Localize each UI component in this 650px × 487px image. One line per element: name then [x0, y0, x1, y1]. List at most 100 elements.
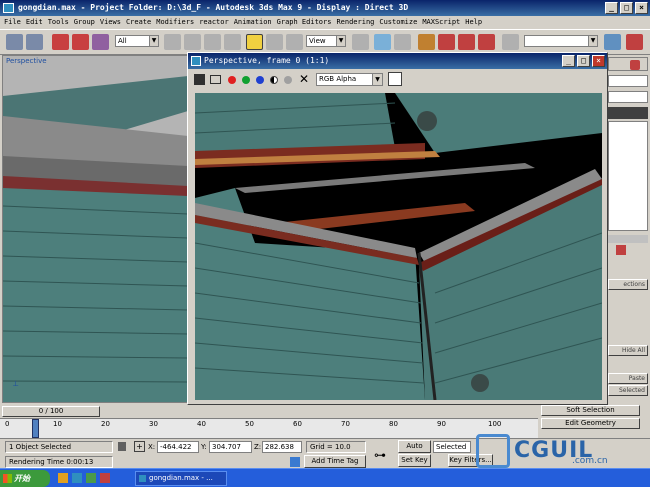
menu-reactor[interactable]: reactor [199, 16, 229, 29]
modifier-stack[interactable] [608, 121, 648, 231]
soft-selection-rollout[interactable]: Soft Selection [541, 405, 640, 416]
named-selection-dropdown[interactable]: ▼ [524, 35, 598, 47]
sections-label: ections [608, 279, 648, 290]
monochrome-icon[interactable] [284, 76, 292, 84]
close-button[interactable]: × [635, 2, 648, 14]
menu-edit[interactable]: Edit [26, 16, 43, 29]
select-by-name-icon[interactable] [184, 34, 201, 50]
bind-space-warp-icon[interactable] [92, 34, 109, 50]
menu-graph-editors[interactable]: Graph Editors [277, 16, 332, 29]
unlink-icon[interactable] [72, 34, 89, 50]
chevron-down-icon: ▼ [149, 36, 158, 46]
save-bitmap-icon[interactable] [194, 74, 205, 85]
quicklaunch-icon[interactable] [86, 473, 96, 483]
selection-filter-dropdown[interactable]: All ▼ [115, 35, 159, 47]
frame-maximize-button[interactable]: □ [577, 55, 590, 67]
window-crossing-icon[interactable] [224, 34, 241, 50]
region-select-icon[interactable] [204, 34, 221, 50]
clone-window-icon[interactable] [210, 75, 221, 84]
undo-icon[interactable] [6, 34, 23, 50]
window-title: gongdian.max - Project Folder: D:\3d_F -… [18, 3, 409, 12]
grid-size: Grid = 10.0 [306, 441, 366, 453]
spinner-snap-icon[interactable] [478, 34, 495, 50]
absolute-mode-icon[interactable]: + [134, 441, 145, 452]
menu-create[interactable]: Create [126, 16, 151, 29]
angle-snap-icon[interactable] [438, 34, 455, 50]
z-coordinate-field[interactable]: 282.638 [262, 441, 302, 453]
named-selection-icon[interactable] [502, 34, 519, 50]
menu-tools[interactable]: Tools [48, 16, 69, 29]
clear-icon[interactable]: ✕ [299, 72, 309, 86]
taskbar-item-3dsmax[interactable]: gongdian.max - ... [135, 471, 227, 486]
menu-help[interactable]: Help [465, 16, 482, 29]
scale-icon[interactable] [286, 34, 303, 50]
menu-views[interactable]: Views [100, 16, 121, 29]
channel-dropdown[interactable]: RGB Alpha ▼ [316, 73, 383, 86]
menu-modifiers[interactable]: Modifiers [156, 16, 194, 29]
viewport-label[interactable]: Perspective [6, 57, 47, 65]
start-button[interactable]: 开始 [0, 470, 50, 487]
cguil-watermark: CGUIL .com.cn [474, 432, 650, 472]
edit-geometry-rollout[interactable]: Edit Geometry [541, 418, 640, 429]
tick-label: 20 [101, 420, 110, 428]
maximize-button[interactable]: □ [620, 2, 633, 14]
chevron-down-icon: ▼ [588, 36, 597, 46]
minimize-button[interactable]: _ [605, 2, 618, 14]
select-icon[interactable] [164, 34, 181, 50]
pivot-icon[interactable] [352, 34, 369, 50]
menu-group[interactable]: Group [74, 16, 95, 29]
blue-channel-icon[interactable] [256, 76, 264, 84]
color-swatch[interactable] [388, 72, 402, 86]
add-time-tag-button[interactable]: Add Time Tag [304, 455, 366, 468]
render-icon[interactable] [626, 34, 643, 50]
lock-icon[interactable] [118, 442, 126, 451]
menu-customize[interactable]: Customize [379, 16, 417, 29]
key-mode-dropdown[interactable]: Selected [433, 441, 471, 453]
y-coordinate-field[interactable]: 304.707 [209, 441, 252, 453]
move-icon[interactable] [246, 34, 263, 50]
vertex-icon[interactable] [616, 245, 626, 255]
current-frame-marker[interactable] [32, 419, 39, 438]
snap-icon[interactable] [418, 34, 435, 50]
menu-maxscript[interactable]: MAXScript [422, 16, 460, 29]
tick-label: 0 [5, 420, 10, 428]
align-icon[interactable] [394, 34, 411, 50]
link-icon[interactable] [52, 34, 69, 50]
quicklaunch-icon[interactable] [100, 473, 110, 483]
red-channel-icon[interactable] [228, 76, 236, 84]
windows-taskbar: 开始 gongdian.max - ... [0, 468, 650, 487]
set-key-button[interactable]: Set Key [398, 454, 431, 467]
alpha-channel-icon[interactable] [270, 76, 278, 84]
app-window: { "window": { "title": "gongdian.max - P… [0, 0, 650, 487]
object-name-field[interactable] [608, 75, 648, 87]
modify-tab-icon[interactable] [630, 60, 640, 70]
menu-animation[interactable]: Animation [234, 16, 272, 29]
menu-rendering[interactable]: Rendering [336, 16, 374, 29]
track-bar[interactable]: 0 10 20 30 40 50 60 70 80 90 100 [0, 418, 538, 438]
auto-key-button[interactable]: Auto Key [398, 440, 431, 461]
frame-minimize-button[interactable]: _ [562, 55, 575, 67]
modifier-stack-item[interactable] [608, 107, 648, 119]
cguil-logo-icon [476, 434, 510, 468]
quicklaunch-icon[interactable] [58, 473, 68, 483]
title-bar: gongdian.max - Project Folder: D:\3d_F -… [0, 0, 650, 16]
x-coordinate-field[interactable]: -464.422 [157, 441, 199, 453]
green-channel-icon[interactable] [242, 76, 250, 84]
rotate-icon[interactable] [266, 34, 283, 50]
reference-coordinate-dropdown[interactable]: View ▼ [306, 35, 346, 47]
hide-all-button[interactable]: Hide All [608, 345, 648, 356]
selected-button[interactable]: Selected [608, 385, 648, 396]
percent-snap-icon[interactable] [458, 34, 475, 50]
redo-icon[interactable] [26, 34, 43, 50]
render-setup-icon[interactable] [604, 34, 621, 50]
menu-file[interactable]: File [4, 16, 21, 29]
time-slider[interactable]: 0 / 100 [2, 406, 100, 417]
frame-close-button[interactable]: × [592, 55, 605, 67]
quicklaunch-icon[interactable] [72, 473, 82, 483]
paste-button[interactable]: Paste [608, 373, 648, 384]
svg-text:⟂: ⟂ [13, 379, 19, 388]
mirror-icon[interactable] [374, 34, 391, 50]
frame-window-icon [191, 56, 201, 66]
command-panel-tabs[interactable] [608, 57, 648, 71]
modifier-list-dropdown[interactable] [608, 91, 648, 103]
